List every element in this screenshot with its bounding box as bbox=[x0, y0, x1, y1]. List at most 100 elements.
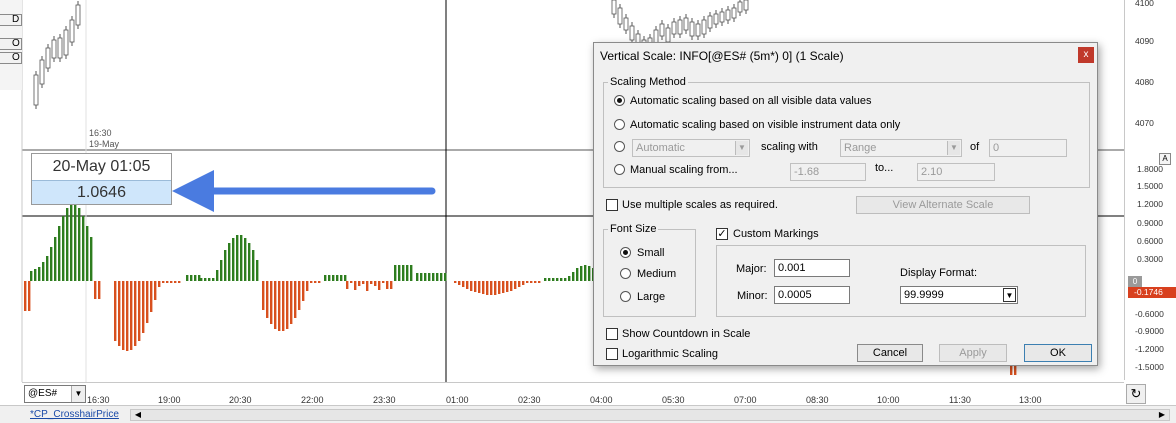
histogram-bar bbox=[200, 278, 203, 281]
histogram-bar bbox=[306, 281, 309, 291]
histogram-bar bbox=[382, 281, 385, 283]
chevron-down-icon[interactable]: ▼ bbox=[735, 141, 748, 155]
radio-large[interactable] bbox=[620, 291, 631, 302]
custom-markings-checkbox[interactable]: ✓ bbox=[716, 228, 728, 240]
radio-small[interactable] bbox=[620, 247, 631, 258]
candle-body bbox=[737, 1, 743, 13]
left-button-o1[interactable]: O bbox=[0, 38, 22, 50]
close-icon[interactable]: x bbox=[1078, 47, 1094, 63]
axis-mode-button[interactable]: A bbox=[1159, 153, 1171, 165]
log-scaling-checkbox[interactable] bbox=[606, 348, 618, 360]
histogram-bar bbox=[340, 275, 343, 281]
indicator-label: -0.6000 bbox=[1135, 309, 1164, 319]
time-label: 01:00 bbox=[446, 395, 469, 405]
auto-combo-value: Automatic bbox=[636, 142, 685, 154]
histogram-bar bbox=[302, 281, 305, 301]
histogram-bar bbox=[278, 281, 281, 331]
multiple-scales-label[interactable]: Use multiple scales as required. bbox=[622, 199, 778, 211]
minor-field[interactable]: 0.0005 bbox=[774, 286, 850, 304]
candle-body bbox=[33, 74, 39, 106]
radio-large-label[interactable]: Large bbox=[637, 291, 665, 303]
time-label: 05:30 bbox=[662, 395, 685, 405]
indicator-label: 1.5000 bbox=[1137, 181, 1163, 191]
major-field[interactable]: 0.001 bbox=[774, 259, 850, 277]
range-combo[interactable]: Range ▼ bbox=[840, 139, 962, 157]
manual-to-field[interactable]: 2.10 bbox=[917, 163, 995, 181]
histogram-bar bbox=[224, 250, 227, 281]
histogram-bar bbox=[432, 273, 435, 281]
countdown-label[interactable]: Show Countdown in Scale bbox=[622, 328, 750, 340]
cancel-button[interactable]: Cancel bbox=[857, 344, 923, 362]
histogram-bar bbox=[324, 275, 327, 281]
histogram-bar bbox=[424, 273, 427, 281]
histogram-bar bbox=[190, 275, 193, 281]
histogram-bar bbox=[530, 281, 533, 283]
vertical-scale-dialog[interactable]: Vertical Scale: INFO[@ES# (5m*) 0] (1 Sc… bbox=[593, 42, 1098, 366]
chevron-down-icon[interactable]: ▼ bbox=[947, 141, 960, 155]
scaling-method-legend: Scaling Method bbox=[610, 76, 686, 88]
histogram-bar bbox=[248, 243, 251, 281]
time-label: 04:00 bbox=[590, 395, 613, 405]
radio-medium-label[interactable]: Medium bbox=[637, 268, 676, 280]
histogram-bar bbox=[374, 281, 377, 286]
time-label: 16:30 bbox=[87, 395, 110, 405]
histogram-bar bbox=[24, 281, 27, 311]
refresh-icon[interactable]: ↻ bbox=[1126, 384, 1146, 404]
font-size-legend: Font Size bbox=[610, 223, 657, 235]
candle-body bbox=[659, 23, 665, 37]
histogram-bar bbox=[402, 265, 405, 281]
radio-all-visible-label[interactable]: Automatic scaling based on all visible d… bbox=[630, 95, 872, 107]
chevron-down-icon[interactable]: ▼ bbox=[1003, 288, 1016, 302]
chevron-down-icon[interactable]: ▼ bbox=[71, 386, 85, 402]
major-label: Major: bbox=[736, 263, 767, 275]
radio-scaling-with[interactable] bbox=[614, 141, 625, 152]
radio-instrument-only-label[interactable]: Automatic scaling based on visible instr… bbox=[630, 119, 900, 131]
log-scaling-label[interactable]: Logarithmic Scaling bbox=[622, 348, 718, 360]
histogram-bar bbox=[54, 237, 57, 281]
manual-from-field[interactable]: -1.68 bbox=[790, 163, 866, 181]
scroll-left-icon[interactable]: ◀ bbox=[132, 409, 144, 421]
crosshair-value: 1.0646 bbox=[32, 180, 171, 204]
of-field[interactable]: 0 bbox=[989, 139, 1067, 157]
radio-manual-label[interactable]: Manual scaling from... bbox=[630, 164, 738, 176]
radio-instrument-only[interactable] bbox=[614, 119, 625, 130]
radio-medium[interactable] bbox=[620, 268, 631, 279]
custom-markings-label[interactable]: Custom Markings bbox=[733, 228, 819, 240]
radio-small-label[interactable]: Small bbox=[637, 247, 665, 259]
histogram-bar bbox=[282, 281, 285, 331]
price-axis[interactable]: 4100 4090 4080 4070 1.8000 1.5000 1.2000… bbox=[1124, 0, 1176, 380]
histogram-bar bbox=[262, 281, 265, 310]
multiple-scales-checkbox[interactable] bbox=[606, 199, 618, 211]
horizontal-scrollbar[interactable] bbox=[130, 409, 1170, 421]
ok-button[interactable]: OK bbox=[1024, 344, 1092, 362]
histogram-bar bbox=[470, 281, 473, 291]
display-format-combo[interactable]: 99.9999 ▼ bbox=[900, 286, 1018, 304]
candle-body bbox=[57, 37, 63, 59]
scroll-right-icon[interactable]: ▶ bbox=[1156, 409, 1168, 421]
apply-button[interactable]: Apply bbox=[939, 344, 1007, 362]
countdown-checkbox[interactable] bbox=[606, 328, 618, 340]
histogram-bar bbox=[552, 278, 555, 281]
histogram-bar bbox=[440, 273, 443, 281]
histogram-bar bbox=[122, 281, 125, 350]
histogram-bar bbox=[270, 281, 273, 324]
time-axis[interactable]: 16:30 19:00 20:30 22:00 23:30 01:00 02:3… bbox=[22, 382, 1124, 405]
symbol-select[interactable]: @ES# ▼ bbox=[24, 385, 86, 403]
view-alternate-scale-button[interactable]: View Alternate Scale bbox=[856, 196, 1030, 214]
left-button-d[interactable]: D bbox=[0, 14, 22, 26]
chart-tab-link[interactable]: *CP_CrosshairPrice bbox=[30, 409, 119, 420]
auto-combo[interactable]: Automatic ▼ bbox=[632, 139, 750, 157]
time-label: 13:00 bbox=[1019, 395, 1042, 405]
histogram-bar bbox=[126, 281, 129, 351]
candle-body bbox=[629, 25, 635, 41]
left-button-o2[interactable]: O bbox=[0, 52, 22, 64]
histogram-bar bbox=[138, 281, 141, 341]
histogram-bar bbox=[544, 278, 547, 281]
histogram-bar bbox=[344, 275, 347, 281]
radio-manual[interactable] bbox=[614, 164, 625, 175]
radio-all-visible[interactable] bbox=[614, 95, 625, 106]
candle-body bbox=[45, 47, 51, 69]
range-combo-value: Range bbox=[844, 142, 877, 154]
histogram-bar bbox=[420, 273, 423, 281]
histogram-bar bbox=[62, 216, 65, 281]
